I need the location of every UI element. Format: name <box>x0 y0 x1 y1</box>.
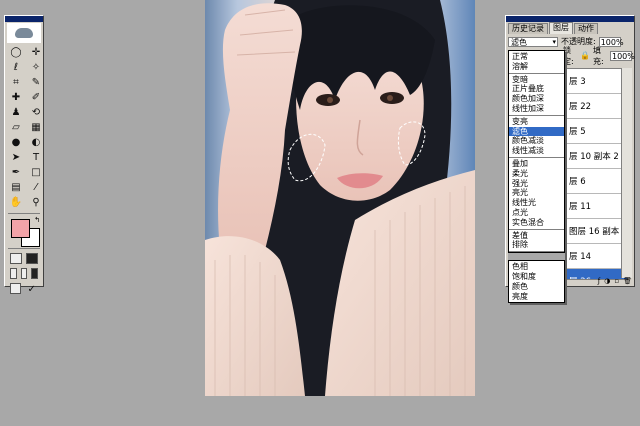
blend-menu-group: 变暗 正片叠底 颜色加深 线性加深 <box>509 74 564 116</box>
magic-wand-icon[interactable]: ✧ <box>28 61 44 74</box>
gradient-icon[interactable]: ▦ <box>28 121 44 134</box>
blend-menu-item[interactable]: 饱和度 <box>509 272 564 282</box>
clone-stamp-icon[interactable]: ♟ <box>8 106 24 119</box>
layer-name: 层 3 <box>569 77 586 87</box>
divider <box>8 213 40 214</box>
fill-input[interactable]: 100% <box>610 50 635 61</box>
jump-row: ✓ <box>5 281 43 298</box>
blend-menu-group: 色相 饱和度 颜色 亮度 <box>509 261 564 302</box>
type-icon[interactable]: T <box>28 151 44 164</box>
dodge-icon[interactable]: ◐ <box>28 136 44 149</box>
mask-mode-row <box>5 251 43 266</box>
layer-name: 层 22 <box>569 102 592 112</box>
blend-menu-item[interactable]: 颜色 <box>509 282 564 292</box>
blend-menu-item[interactable]: 溶解 <box>509 62 564 72</box>
blend-menu-item[interactable]: 亮度 <box>509 292 564 302</box>
jump-arrow-icon[interactable]: ✓ <box>25 283 38 296</box>
screen-mode-full-icon[interactable] <box>31 268 39 279</box>
history-brush-icon[interactable]: ⟲ <box>28 106 44 119</box>
blend-menu-item[interactable]: 正常 <box>509 52 564 62</box>
blur-icon[interactable]: ● <box>8 136 24 149</box>
screen-mode-full-menu-icon[interactable] <box>20 268 28 279</box>
zoom-icon[interactable]: ⚲ <box>28 196 44 209</box>
blend-menu-item[interactable]: 色相 <box>509 262 564 272</box>
layer-style-icon[interactable]: ƒ <box>598 277 600 285</box>
blend-menu-item[interactable]: 正片叠底 <box>509 84 564 94</box>
slice-icon[interactable]: ✎ <box>28 76 44 89</box>
brush-icon[interactable]: ✐ <box>28 91 44 104</box>
layer-name: 层 10 副本 2 <box>569 152 619 162</box>
quick-mask-icon[interactable] <box>26 253 38 264</box>
jump-to-imageready-icon[interactable] <box>10 283 22 294</box>
blend-menu-item[interactable]: 实色混合 <box>509 218 564 228</box>
blend-menu-item[interactable]: 变暗 <box>509 75 564 85</box>
lock-icon[interactable]: 🔒 <box>580 51 590 60</box>
blend-menu-group: 正常 溶解 <box>509 51 564 74</box>
document-canvas[interactable] <box>205 0 475 396</box>
blend-menu-item[interactable]: 线性光 <box>509 198 564 208</box>
foreground-color-swatch[interactable] <box>11 219 30 238</box>
tab-history[interactable]: 历史记录 <box>508 23 548 34</box>
blend-menu-item[interactable]: 颜色加深 <box>509 94 564 104</box>
new-adjustment-icon[interactable]: ◑ <box>604 277 610 285</box>
blend-menu-item[interactable]: 叠加 <box>509 159 564 169</box>
pen-icon[interactable]: ✒ <box>8 166 24 179</box>
blend-menu-item[interactable]: 强光 <box>509 179 564 189</box>
swap-colors-icon[interactable]: ↰ <box>34 216 40 224</box>
layer-name: 层 5 <box>569 127 586 137</box>
lock-label: 锁定: <box>563 45 574 66</box>
blend-menu-item[interactable]: 变亮 <box>509 117 564 127</box>
eyedropper-icon[interactable]: ⁄ <box>28 181 44 194</box>
layer-list-scrollbar[interactable] <box>621 68 632 278</box>
eraser-icon[interactable]: ▱ <box>8 121 24 134</box>
divider <box>8 248 40 249</box>
layer-name: 层 11 <box>569 202 592 212</box>
blend-menu-item[interactable]: 滤色 <box>509 126 564 137</box>
blend-menu-group: 变亮 滤色 颜色减淡 线性减淡 <box>509 116 564 158</box>
blend-menu-item[interactable]: 排除 <box>509 240 564 250</box>
layer-name: 层 6 <box>569 177 586 187</box>
shape-icon[interactable]: □ <box>28 166 44 179</box>
blend-mode-menu: 正常 溶解 变暗 正片叠底 颜色加深 线性加深 变亮 滤色 颜色减淡 线性减淡 叠加 柔光 强光 亮光 线性… <box>508 50 565 304</box>
blend-menu-item[interactable]: 差值 <box>509 231 564 241</box>
blend-menu-item[interactable]: 亮光 <box>509 188 564 198</box>
notes-icon[interactable]: ▤ <box>8 181 24 194</box>
layer-name: 层 14 <box>569 252 592 262</box>
path-select-icon[interactable]: ➤ <box>8 151 24 164</box>
fill-label: 填充: <box>592 45 604 66</box>
lasso-icon[interactable]: ℓ <box>8 61 24 74</box>
standard-mode-icon[interactable] <box>10 253 22 264</box>
blend-menu-group: 差值 排除 <box>509 230 564 253</box>
tab-layers[interactable]: 图层 <box>549 22 573 34</box>
screen-mode-row <box>5 266 43 281</box>
hand-icon[interactable]: ✋ <box>8 196 24 209</box>
layer-name: 图层 16 副本 <box>569 227 620 237</box>
blend-menu-item[interactable]: 柔光 <box>509 169 564 179</box>
new-layer-icon[interactable]: ▫ <box>614 277 619 285</box>
photo-illustration <box>205 0 475 396</box>
menu-gap <box>508 252 565 262</box>
blend-menu-item[interactable]: 线性减淡 <box>509 146 564 156</box>
tool-grid: ◯ ✛ ℓ ✧ ⌗ ✎ ✚ ✐ ♟ ⟲ ▱ ▦ ● ◐ ➤ T ✒ □ ▤ ⁄ ✋ ⚲ <box>5 44 43 211</box>
blend-menu-item[interactable]: 线性加深 <box>509 104 564 114</box>
crop-icon[interactable]: ⌗ <box>8 76 24 89</box>
healing-brush-icon[interactable]: ✚ <box>8 91 24 104</box>
tab-actions[interactable]: 动作 <box>574 23 598 34</box>
color-swatches: ↰ <box>8 216 40 247</box>
toolbox-panel: ◯ ✛ ℓ ✧ ⌗ ✎ ✚ ✐ ♟ ⟲ ▱ ▦ ● ◐ ➤ T ✒ □ ▤ ⁄ ✋ ⚲ ↰ ✓ <box>4 15 44 294</box>
blend-menu-group: 叠加 柔光 强光 亮光 线性光 点光 实色混合 <box>509 158 564 230</box>
blend-menu-item[interactable]: 颜色减淡 <box>509 136 564 146</box>
move-icon[interactable]: ✛ <box>28 46 44 59</box>
screen-mode-standard-icon[interactable] <box>10 268 17 279</box>
blend-mode-select[interactable]: 滤色 <box>508 36 558 47</box>
photoshop-logo[interactable] <box>7 23 41 43</box>
trash-icon[interactable]: 🗑 <box>623 277 632 285</box>
marquee-icon[interactable]: ◯ <box>8 46 24 59</box>
panel-tabs: 历史记录 图层 动作 <box>506 22 634 34</box>
blend-menu-item[interactable]: 点光 <box>509 208 564 218</box>
toolbox-title-bar[interactable] <box>5 16 43 22</box>
